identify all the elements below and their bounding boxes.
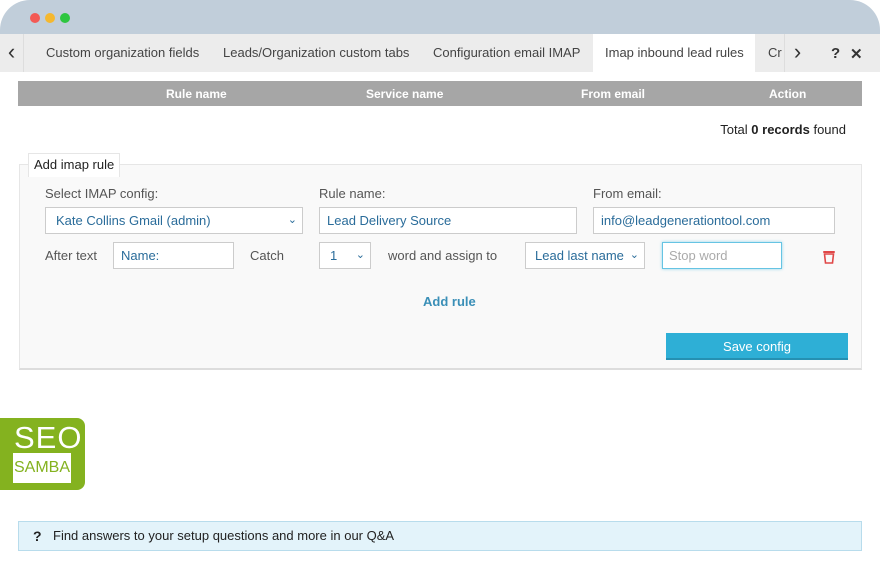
from-email-input[interactable]: info@leadgenerationtool.com — [593, 207, 835, 234]
chevron-down-icon: ⌄ — [287, 214, 297, 226]
column-from-email: From email — [581, 87, 646, 101]
chevron-down-icon: ⌄ — [629, 249, 639, 261]
records-count: Total 0 records found — [720, 122, 846, 137]
rule-name-input[interactable]: Lead Delivery Source — [319, 207, 577, 234]
column-rule-name: Rule name — [166, 87, 227, 101]
chevron-down-icon: ⌄ — [355, 249, 365, 261]
qa-text[interactable]: Find answers to your setup questions and… — [53, 522, 394, 550]
tab-custom-organization-fields[interactable]: Custom organization fields — [34, 34, 210, 72]
logo-seo-text: SEO — [14, 420, 83, 455]
tab-leads-organization-custom-tabs[interactable]: Leads/Organization custom tabs — [211, 34, 421, 72]
tab-configuration-email-imap[interactable]: Configuration email IMAP — [421, 34, 593, 72]
column-service-name: Service name — [366, 87, 444, 101]
logo-samba-text: SAMBA — [13, 453, 71, 483]
tab-imap-inbound-lead-rules[interactable]: Imap inbound lead rules — [593, 34, 755, 72]
imap-config-value: Kate Collins Gmail (admin) — [56, 213, 211, 228]
tabs-next-button[interactable]: › — [784, 34, 810, 72]
from-email-label: From email: — [593, 186, 662, 201]
tabs-prev-button[interactable]: ‹ — [0, 34, 24, 72]
close-window-dot[interactable] — [30, 13, 40, 23]
records-prefix: Total — [720, 122, 752, 137]
after-text-label: After text — [45, 248, 98, 263]
close-icon[interactable]: ✕ — [850, 45, 863, 63]
stop-word-input[interactable]: Stop word — [662, 242, 782, 269]
rule-name-label: Rule name: — [319, 186, 386, 201]
maximize-window-dot[interactable] — [60, 13, 70, 23]
question-icon: ? — [33, 528, 42, 544]
minimize-window-dot[interactable] — [45, 13, 55, 23]
imap-config-select[interactable]: Kate Collins Gmail (admin) ⌄ — [45, 207, 303, 234]
tab-cr[interactable]: Cr — [756, 34, 784, 72]
assign-field-value: Lead last name — [535, 248, 624, 263]
panel-legend: Add imap rule — [28, 153, 121, 177]
add-rule-link[interactable]: Add rule — [423, 294, 476, 309]
save-config-button[interactable]: Save config — [666, 333, 848, 360]
catch-label: Catch — [250, 248, 284, 263]
column-action: Action — [769, 87, 807, 101]
after-text-input[interactable]: Name: — [113, 242, 234, 269]
catch-count-value: 1 — [330, 248, 338, 263]
trash-icon[interactable] — [823, 250, 835, 264]
catch-count-select[interactable]: 1 ⌄ — [319, 242, 371, 269]
records-number: 0 records — [751, 122, 810, 137]
records-suffix: found — [809, 122, 846, 137]
assign-field-select[interactable]: Lead last name ⌄ — [525, 242, 645, 269]
window-titlebar — [0, 0, 880, 36]
imap-config-label: Select IMAP config: — [45, 186, 159, 201]
rules-table-header: Rule name Service name From email Action — [18, 81, 862, 106]
help-icon[interactable]: ? — [831, 45, 840, 62]
assign-label: word and assign to — [388, 248, 498, 263]
qa-banner[interactable]: ? Find answers to your setup questions a… — [18, 521, 862, 551]
seosamba-logo: SEO SAMBA — [0, 418, 85, 490]
